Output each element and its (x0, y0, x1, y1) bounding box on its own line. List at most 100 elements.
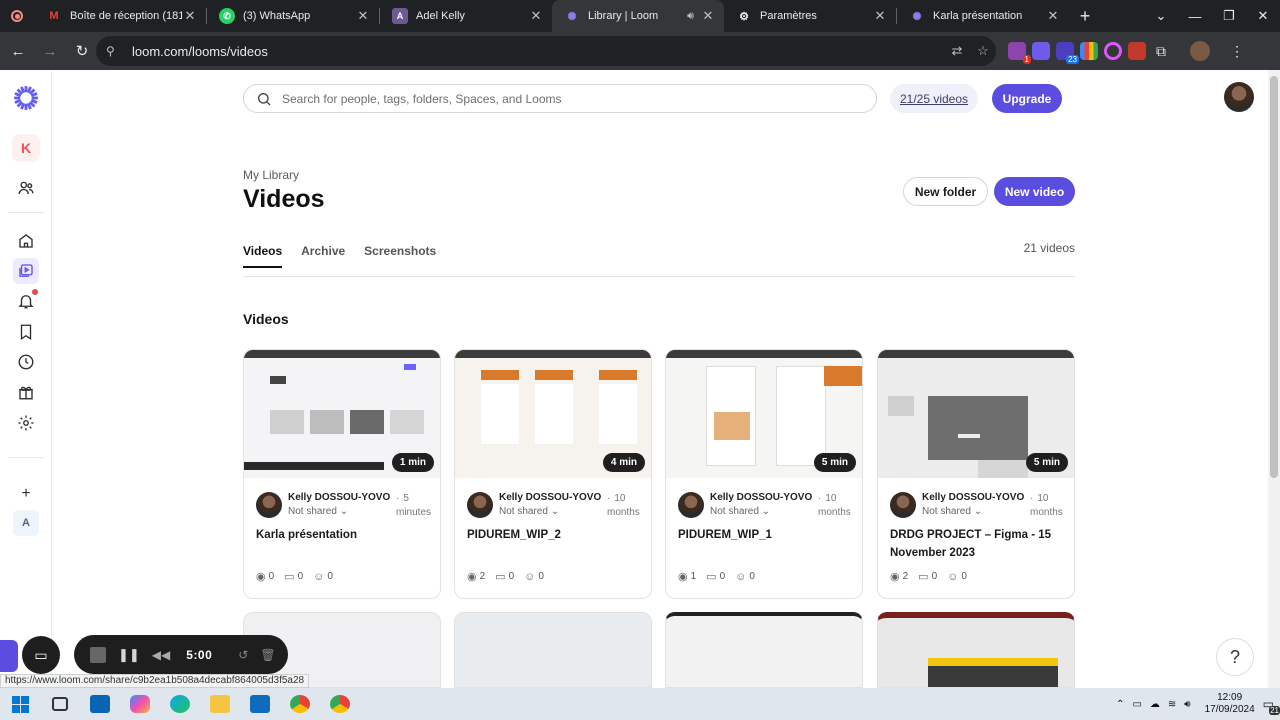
video-title[interactable]: PIDUREM_WIP_2 (467, 526, 643, 544)
back-icon[interactable]: ← (4, 37, 32, 65)
new-folder-button[interactable]: New folder (903, 177, 988, 206)
user-avatar[interactable] (1224, 82, 1254, 112)
tab-search-icon[interactable]: ⌄ (1144, 0, 1178, 32)
speaker-icon[interactable]: 🔊︎ (687, 10, 694, 23)
minimize-icon[interactable]: — (1178, 0, 1212, 32)
tab-parametres[interactable]: ⚙ Paramètres ✕ (724, 0, 896, 32)
extension-icon[interactable] (1080, 42, 1098, 60)
edge-icon[interactable] (160, 688, 200, 720)
notifications-icon[interactable]: ▭ 21 (1263, 697, 1280, 715)
tab-library-loom[interactable]: ✺ Library | Loom 🔊︎ ✕ (552, 0, 724, 32)
translate-icon[interactable]: ⇄ (944, 43, 970, 59)
task-view-icon[interactable] (40, 688, 80, 720)
battery-icon[interactable]: ▭ (1132, 699, 1141, 710)
author-name[interactable]: Kelly DOSSOU-YOVO (922, 492, 1024, 503)
video-card[interactable] (665, 612, 863, 688)
upgrade-button[interactable]: Upgrade (992, 84, 1062, 113)
notifications-bell-icon[interactable] (13, 288, 39, 314)
settings-gear-icon[interactable] (13, 410, 39, 436)
site-info-icon[interactable]: ⚲ (106, 44, 122, 58)
library-icon[interactable] (13, 258, 39, 284)
video-title[interactable]: PIDUREM_WIP_1 (678, 526, 854, 544)
tab-videos[interactable]: Videos (243, 244, 283, 268)
mail-icon[interactable] (80, 688, 120, 720)
close-tab-icon[interactable]: ✕ (872, 8, 888, 24)
forward-icon[interactable]: → (36, 37, 64, 65)
workspace-avatar[interactable]: K (12, 134, 40, 162)
video-card[interactable]: 5 min Kelly DOSSOU-YOVO · 10 months Not sh… (665, 349, 863, 599)
recording-indicator-icon[interactable] (0, 0, 34, 32)
address-bar[interactable]: ⚲ loom.com/looms/videos ⇄ ☆ (96, 36, 996, 66)
cloud-icon[interactable]: ☁ (1150, 699, 1160, 710)
file-explorer-icon[interactable] (200, 688, 240, 720)
wifi-icon[interactable]: ≋ (1168, 699, 1176, 710)
chrome-icon[interactable] (280, 688, 320, 720)
tab-whatsapp[interactable]: ✆ (3) WhatsApp ✕ (207, 0, 379, 32)
help-button[interactable]: ? (1216, 638, 1254, 676)
trash-icon[interactable]: 🗑︎ (260, 648, 275, 662)
video-card[interactable]: 4 min Kelly DOSSOU-YOVO · 10 months Not sh… (454, 349, 652, 599)
menu-kebab-icon[interactable]: ⋮ (1230, 43, 1244, 60)
video-card[interactable]: 1 min Kelly DOSSOU-YOVO · 5 minutes Not sh… (243, 349, 441, 599)
home-icon[interactable] (13, 228, 39, 254)
copilot-icon[interactable] (120, 688, 160, 720)
pause-icon[interactable]: ❚❚ (118, 647, 140, 663)
sharing-status-dropdown[interactable]: Not shared ⌄ (922, 506, 982, 517)
sharing-status-dropdown[interactable]: Not shared ⌄ (710, 506, 770, 517)
outlook-icon[interactable] (240, 688, 280, 720)
extensions-puzzle-icon[interactable]: ⧉ (1152, 43, 1170, 60)
chrome-icon[interactable] (320, 688, 360, 720)
extension-icon[interactable]: 23 (1056, 42, 1079, 64)
maximize-icon[interactable]: ❐ (1212, 0, 1246, 32)
clock[interactable]: 12:09 17/09/2024 (1205, 692, 1255, 716)
add-icon[interactable]: + (13, 481, 39, 507)
extension-icon[interactable] (1104, 42, 1122, 60)
space-avatar[interactable]: A (13, 510, 39, 536)
windows-start-icon[interactable] (0, 688, 40, 720)
loom-logo-icon[interactable] (12, 84, 40, 112)
close-tab-icon[interactable]: ✕ (355, 8, 371, 24)
bookmark-star-icon[interactable]: ☆ (970, 43, 996, 59)
recorder-edge-tab[interactable] (0, 640, 18, 672)
page-scrollbar[interactable] (1268, 70, 1280, 688)
volume-icon[interactable]: 🔊︎ (1184, 699, 1190, 710)
tab-adel-kelly[interactable]: A Adel Kelly ✕ (380, 0, 552, 32)
new-tab-button[interactable]: + (1069, 0, 1101, 32)
author-name[interactable]: Kelly DOSSOU-YOVO (710, 492, 812, 503)
camera-toggle-button[interactable]: ▭ (22, 636, 60, 674)
restart-icon[interactable]: ↺ (238, 648, 248, 662)
extension-icon[interactable] (1128, 42, 1146, 60)
video-card[interactable] (877, 612, 1075, 688)
author-name[interactable]: Kelly DOSSOU-YOVO (288, 492, 390, 503)
rewind-icon[interactable]: ◀◀ (152, 648, 170, 662)
video-card[interactable]: 5 min Kelly DOSSOU-YOVO · 10 months Not sh… (877, 349, 1075, 599)
history-clock-icon[interactable] (13, 349, 39, 375)
close-tab-icon[interactable]: ✕ (700, 8, 716, 24)
profile-avatar[interactable] (1190, 41, 1210, 61)
tab-karla-presentation[interactable]: ✺ Karla présentation ✕ (897, 0, 1069, 32)
video-thumbnail[interactable]: 1 min (244, 350, 440, 478)
close-tab-icon[interactable]: ✕ (182, 8, 198, 24)
video-thumbnail[interactable]: 5 min (666, 350, 862, 478)
video-title[interactable]: Karla présentation (256, 526, 432, 544)
video-card[interactable] (454, 612, 652, 688)
close-window-icon[interactable]: ✕ (1246, 0, 1280, 32)
video-thumbnail[interactable]: 4 min (455, 350, 651, 478)
sharing-status-dropdown[interactable]: Not shared ⌄ (499, 506, 559, 517)
new-video-button[interactable]: New video (994, 177, 1075, 206)
tab-gmail[interactable]: M Boîte de réception (181) - n ✕ (34, 0, 206, 32)
close-tab-icon[interactable]: ✕ (528, 8, 544, 24)
reload-icon[interactable]: ↻ (68, 37, 96, 65)
extension-icon[interactable]: 1 (1008, 42, 1031, 64)
extension-icon[interactable] (1032, 42, 1050, 60)
author-name[interactable]: Kelly DOSSOU-YOVO (499, 492, 601, 503)
video-title[interactable]: DRDG PROJECT – Figma - 15 November 2023 (890, 526, 1066, 562)
search-input[interactable]: Search for people, tags, folders, Spaces… (243, 84, 877, 113)
video-thumbnail[interactable]: 5 min (878, 350, 1074, 478)
members-icon[interactable] (13, 175, 39, 201)
tab-archive[interactable]: Archive (301, 244, 345, 268)
stop-recording-button[interactable] (90, 646, 106, 663)
tab-screenshots[interactable]: Screenshots (364, 244, 436, 268)
sharing-status-dropdown[interactable]: Not shared ⌄ (288, 506, 348, 517)
breadcrumb[interactable]: My Library (243, 168, 299, 182)
